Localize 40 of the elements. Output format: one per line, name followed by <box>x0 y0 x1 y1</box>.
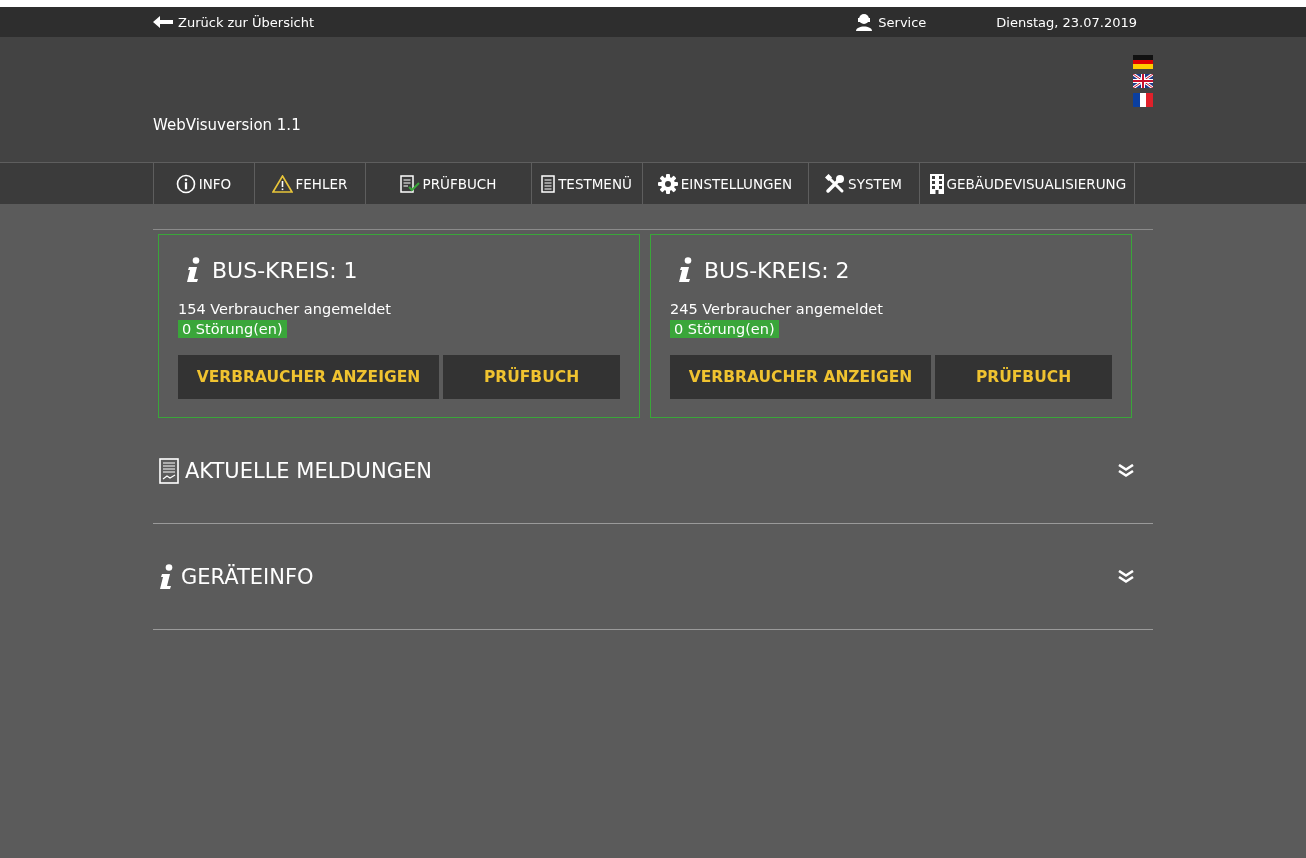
card-button[interactable]: VERBRAUCHER ANZEIGEN <box>670 355 931 399</box>
back-arrow-icon <box>153 16 173 28</box>
consumer-count: 154 Verbraucher angemeldet <box>178 301 392 317</box>
nav-tab[interactable]: EINSTELLUNGEN <box>642 163 809 204</box>
info-icon <box>186 257 202 283</box>
card-title: BUS-KREIS: 2 <box>704 257 850 283</box>
service-link[interactable]: Service <box>855 13 927 31</box>
tools-icon <box>825 173 846 194</box>
card-button[interactable]: PRÜFBUCH <box>935 355 1112 399</box>
card-title: BUS-KREIS: 1 <box>212 257 358 283</box>
info-icon <box>678 257 694 283</box>
document-icon <box>541 174 556 193</box>
card-button[interactable]: VERBRAUCHER ANZEIGEN <box>178 355 439 399</box>
fault-count: 0 Störung(en) <box>178 320 287 338</box>
warning-icon <box>271 174 293 193</box>
section-title: AKTUELLE MELDUNGEN <box>185 458 432 483</box>
building-icon <box>929 173 944 194</box>
version-text: WebVisuversion 1.1 <box>153 116 301 134</box>
date-text: Dienstag, 23.07.2019 <box>996 14 1137 30</box>
section-title: GERÄTEINFO <box>181 564 314 589</box>
nav-tab[interactable]: PRÜFBUCH <box>365 163 532 204</box>
nav-tab[interactable]: TESTMENÜ <box>531 163 643 204</box>
fault-count: 0 Störung(en) <box>670 320 779 338</box>
flag-icon[interactable] <box>1133 93 1153 107</box>
checklist-icon <box>399 174 420 193</box>
person-icon <box>855 13 874 31</box>
nav-tab[interactable]: FEHLER <box>254 163 366 204</box>
consumer-count: 245 Verbraucher angemeldet <box>670 301 884 317</box>
nav-tab[interactable]: SYSTEM <box>808 163 920 204</box>
card-button[interactable]: PRÜFBUCH <box>443 355 620 399</box>
info-icon <box>175 173 196 194</box>
section-header[interactable]: AKTUELLE MELDUNGEN <box>153 418 1153 524</box>
nav-tab[interactable]: GEBÄUDEVISUALISIERUNG <box>919 163 1136 204</box>
nav-tab[interactable]: INFO <box>153 163 255 204</box>
back-link[interactable]: Zurück zur Übersicht <box>153 14 315 30</box>
flag-icon[interactable] <box>1133 74 1153 88</box>
info-icon <box>159 563 175 590</box>
report-icon <box>159 457 179 484</box>
section-header[interactable]: GERÄTEINFO <box>153 524 1153 630</box>
flag-icon[interactable] <box>1133 55 1153 69</box>
